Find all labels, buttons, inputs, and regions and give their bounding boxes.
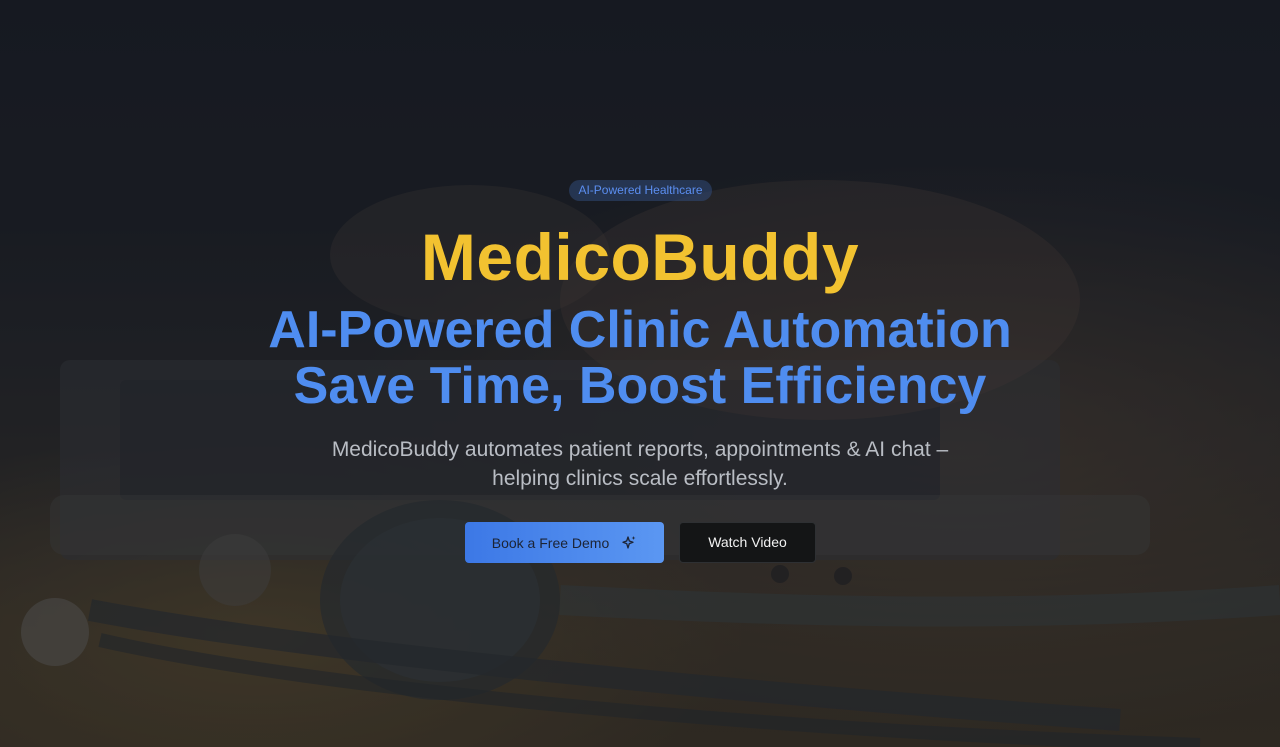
category-badge: AI-Powered Healthcare	[569, 180, 712, 201]
watch-video-button[interactable]: Watch Video	[679, 522, 816, 563]
hero-subtitle: MedicoBuddy automates patient reports, a…	[290, 435, 990, 493]
hero-section: AI-Powered Healthcare MedicoBuddy AI-Pow…	[0, 0, 1280, 747]
subtitle-line-1: MedicoBuddy automates patient reports, a…	[331, 438, 949, 461]
headline-line-1: AI-Powered Clinic Automation	[268, 301, 1012, 359]
sparkle-icon	[621, 535, 637, 551]
brand-title: MedicoBuddy	[420, 220, 860, 294]
book-demo-button[interactable]: Book a Free Demo	[465, 522, 664, 563]
subtitle-line-2: helping clinics scale effortlessly.	[492, 467, 788, 490]
hero-headline: AI-Powered Clinic Automation Save Time, …	[0, 302, 1280, 414]
book-demo-label: Book a Free Demo	[491, 534, 610, 551]
headline-line-2: Save Time, Boost Efficiency	[293, 357, 987, 415]
